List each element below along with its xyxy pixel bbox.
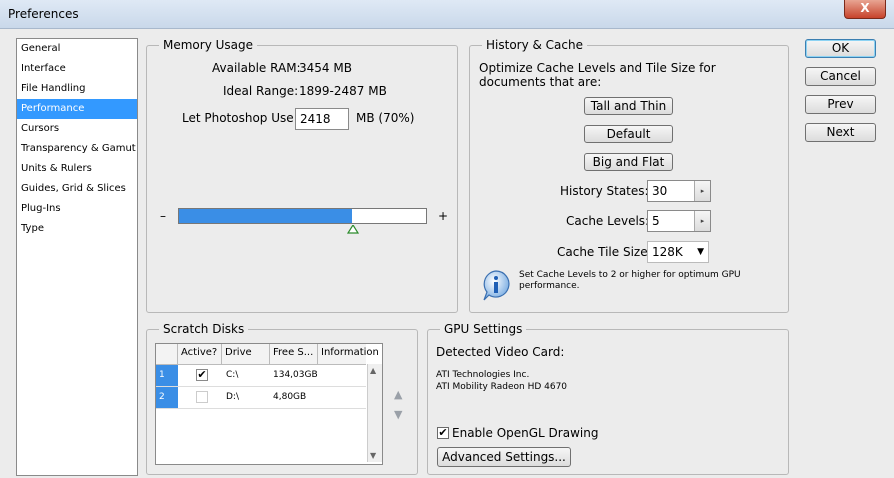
nav-item-units-rulers[interactable]: Units & Rulers bbox=[17, 159, 137, 179]
detected-video-card-label: Detected Video Card: bbox=[436, 345, 565, 359]
slider-minus-label: – bbox=[160, 209, 166, 223]
gpu-cache-note: Set Cache Levels to 2 or higher for opti… bbox=[519, 270, 741, 291]
table-header: Active? Drive Free S... Information bbox=[156, 344, 379, 365]
nav-item-plug-ins[interactable]: Plug-Ins bbox=[17, 199, 137, 219]
enable-opengl-checkbox[interactable]: ✔ bbox=[437, 427, 449, 439]
table-row[interactable]: 2 D:\ 4,80GB bbox=[156, 387, 366, 409]
memory-slider[interactable] bbox=[178, 208, 427, 224]
column-header-number bbox=[156, 344, 178, 364]
table-scrollbar[interactable]: ▲ ▼ bbox=[367, 364, 382, 462]
cache-tile-size-value: 128K bbox=[652, 245, 683, 259]
column-header-drive[interactable]: Drive bbox=[222, 344, 270, 364]
table-row[interactable]: 1 ✔ C:\ 134,03GB bbox=[156, 365, 366, 387]
move-up-icon[interactable]: ▲ bbox=[394, 388, 402, 401]
nav-item-performance[interactable]: Performance bbox=[17, 99, 137, 119]
memory-usage-legend: Memory Usage bbox=[159, 38, 258, 52]
scroll-down-icon[interactable]: ▼ bbox=[370, 451, 376, 460]
ideal-range-value: 1899-2487 MB bbox=[299, 84, 387, 98]
free-space-cell: 4,80GB bbox=[273, 392, 307, 402]
nav-item-file-handling[interactable]: File Handling bbox=[17, 79, 137, 99]
memory-slider-thumb[interactable] bbox=[347, 225, 359, 234]
next-button[interactable]: Next bbox=[805, 123, 876, 142]
history-states-stepper[interactable]: ▸ bbox=[694, 181, 710, 201]
video-card-model: ATI Mobility Radeon HD 4670 bbox=[436, 382, 568, 392]
close-button[interactable]: X bbox=[844, 0, 886, 19]
title-bar: Preferences X bbox=[0, 0, 894, 29]
available-ram-label: Available RAM: bbox=[212, 61, 301, 75]
move-down-icon[interactable]: ▼ bbox=[394, 408, 402, 421]
nav-item-general[interactable]: General bbox=[17, 39, 137, 59]
cache-levels-label: Cache Levels: bbox=[566, 214, 650, 228]
window-title: Preferences bbox=[8, 7, 79, 21]
video-card-vendor: ATI Technologies Inc. bbox=[436, 370, 530, 380]
default-button[interactable]: Default bbox=[584, 125, 673, 143]
scroll-up-icon[interactable]: ▲ bbox=[370, 366, 376, 375]
scratch-disks-table[interactable]: Active? Drive Free S... Information 1 ✔ … bbox=[155, 343, 383, 465]
nav-item-transparency-gamut[interactable]: Transparency & Gamut bbox=[17, 139, 137, 159]
active-checkbox[interactable]: ✔ bbox=[196, 369, 208, 381]
nav-item-guides-grid-slices[interactable]: Guides, Grid & Slices bbox=[17, 179, 137, 199]
history-states-label: History States: bbox=[560, 184, 649, 198]
enable-opengl-label[interactable]: Enable OpenGL Drawing bbox=[452, 426, 598, 440]
drive-cell: D:\ bbox=[226, 392, 239, 402]
column-header-free-space[interactable]: Free S... bbox=[270, 344, 318, 364]
row-number: 2 bbox=[156, 387, 178, 408]
gpu-settings-legend: GPU Settings bbox=[440, 322, 527, 336]
prev-button[interactable]: Prev bbox=[805, 95, 876, 114]
photoshop-use-label: Let Photoshop Use: bbox=[182, 111, 298, 125]
tall-and-thin-button[interactable]: Tall and Thin bbox=[584, 97, 673, 115]
photoshop-use-input[interactable]: 2418 bbox=[295, 108, 349, 130]
nav-item-interface[interactable]: Interface bbox=[17, 59, 137, 79]
nav-item-cursors[interactable]: Cursors bbox=[17, 119, 137, 139]
big-and-flat-button[interactable]: Big and Flat bbox=[584, 153, 673, 171]
ok-button[interactable]: OK bbox=[805, 39, 876, 58]
cancel-button[interactable]: Cancel bbox=[805, 67, 876, 86]
available-ram-value: 3454 MB bbox=[299, 61, 352, 75]
chevron-down-icon: ▼ bbox=[697, 247, 704, 257]
column-header-information[interactable]: Information bbox=[318, 344, 380, 364]
active-checkbox[interactable] bbox=[196, 391, 208, 403]
drive-cell: C:\ bbox=[226, 370, 239, 380]
info-icon bbox=[483, 270, 510, 301]
column-header-active[interactable]: Active? bbox=[178, 344, 222, 364]
nav-item-type[interactable]: Type bbox=[17, 219, 137, 239]
category-list[interactable]: General Interface File Handling Performa… bbox=[16, 38, 138, 476]
cache-tile-size-select[interactable]: 128K ▼ bbox=[647, 241, 709, 263]
photoshop-use-unit: MB (70%) bbox=[356, 111, 415, 125]
cache-levels-stepper[interactable]: ▸ bbox=[694, 211, 710, 231]
cache-tile-size-label: Cache Tile Size: bbox=[557, 245, 652, 259]
history-cache-legend: History & Cache bbox=[482, 38, 587, 52]
memory-slider-fill bbox=[179, 209, 352, 223]
ideal-range-label: Ideal Range: bbox=[223, 84, 299, 98]
history-intro-text: Optimize Cache Levels and Tile Size for … bbox=[479, 61, 716, 89]
slider-plus-label: + bbox=[438, 209, 449, 223]
row-number: 1 bbox=[156, 365, 178, 386]
advanced-settings-button[interactable]: Advanced Settings... bbox=[437, 447, 571, 467]
scratch-disks-legend: Scratch Disks bbox=[159, 322, 249, 336]
free-space-cell: 134,03GB bbox=[273, 370, 318, 380]
